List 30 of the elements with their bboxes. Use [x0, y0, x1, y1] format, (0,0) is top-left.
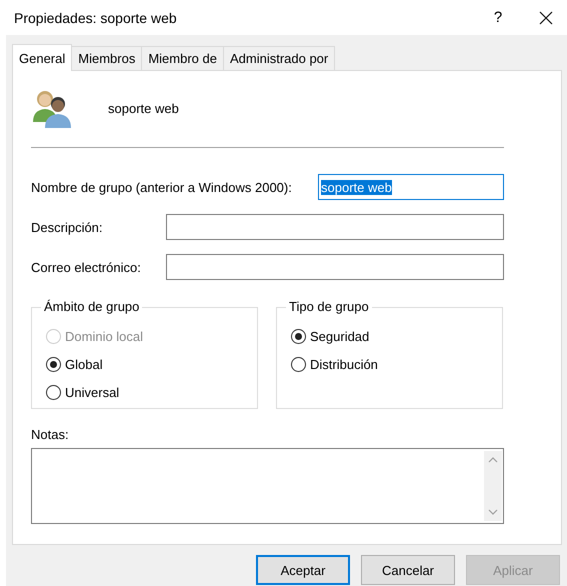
tab[interactable]: General	[12, 44, 72, 71]
close-icon[interactable]	[539, 10, 553, 24]
radio-button[interactable]	[291, 356, 306, 372]
notes-label: Notas:	[31, 427, 70, 442]
group-title: Ámbito de grupo	[41, 299, 142, 314]
notes-field[interactable]	[31, 448, 504, 524]
dialog-button[interactable]: Cancelar	[361, 555, 455, 585]
dialog-button[interactable]: Aceptar	[256, 555, 350, 585]
radio-label[interactable]: Seguridad	[310, 328, 370, 344]
radio-label[interactable]: Global	[65, 356, 103, 372]
radio-label[interactable]: Universal	[65, 384, 120, 400]
radio-button[interactable]	[291, 328, 306, 344]
window-title: Propiedades: soporte web	[14, 10, 178, 26]
radio-button[interactable]	[46, 356, 61, 372]
input-field[interactable]	[166, 254, 504, 280]
tab[interactable]: Administrado por	[222, 46, 336, 70]
group-title: Tipo de grupo	[286, 299, 372, 314]
users-icon	[31, 88, 73, 128]
field-label: Descripción:	[31, 220, 103, 234]
input-field[interactable]: soporte web	[318, 174, 504, 200]
input-field[interactable]	[166, 214, 504, 240]
field-label: Correo electrónico:	[31, 260, 141, 274]
scroll-down-icon[interactable]	[488, 509, 498, 515]
radio-button[interactable]	[46, 384, 61, 400]
radio-label[interactable]: Distribución	[310, 356, 378, 372]
group-name: soporte web	[108, 100, 179, 116]
scrollbar[interactable]	[484, 451, 502, 521]
scroll-up-icon[interactable]	[488, 457, 498, 463]
field-label: Nombre de grupo (anterior a Windows 2000):	[31, 180, 292, 194]
help-button[interactable]: ?	[483, 9, 513, 26]
